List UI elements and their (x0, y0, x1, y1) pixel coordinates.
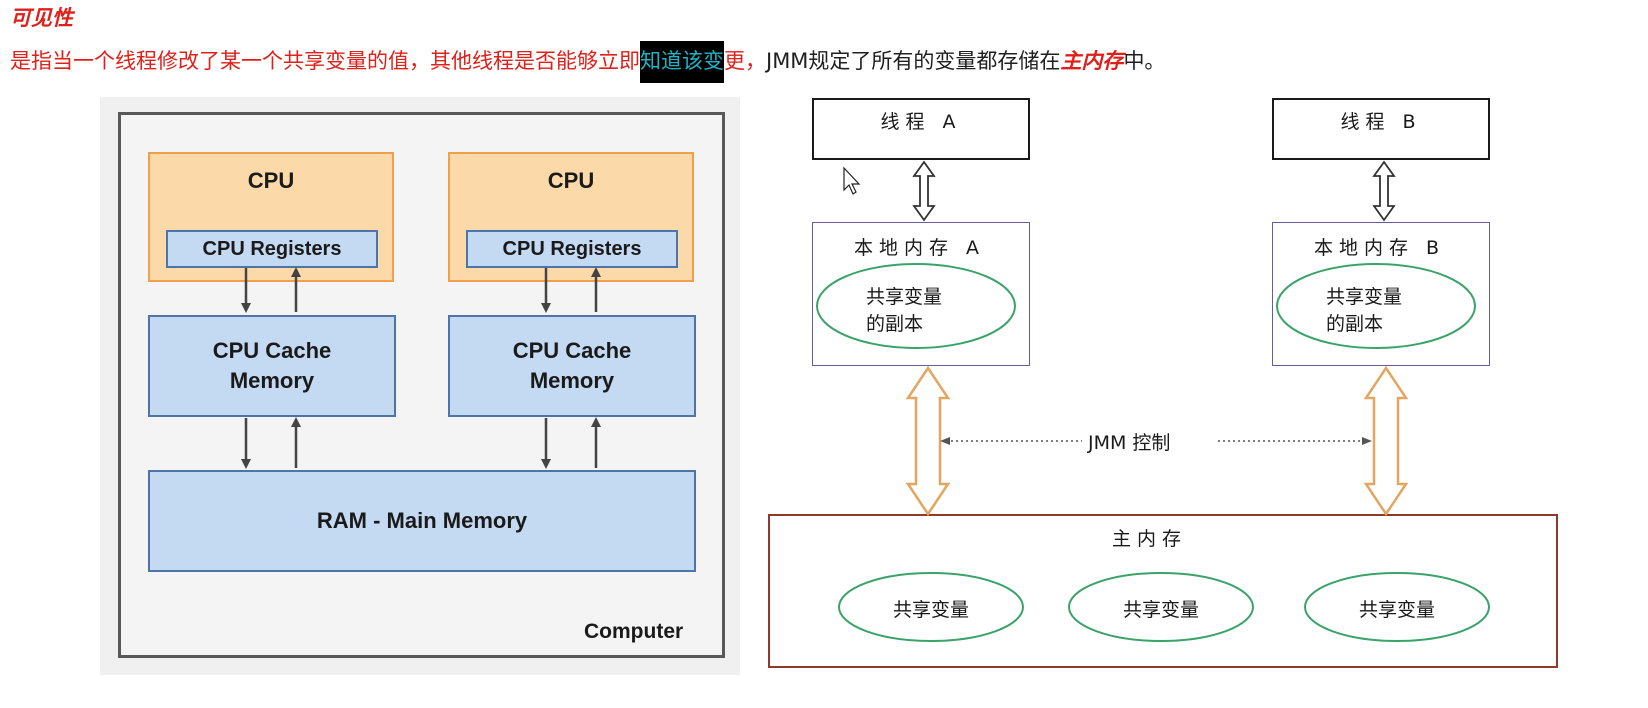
copy-a-ellipse (816, 263, 1016, 349)
double-arrow-icon (912, 160, 936, 222)
mouse-cursor-icon (843, 166, 861, 195)
arrow-left-icon (940, 437, 950, 445)
double-arrow-icon (1372, 160, 1396, 222)
arrow-right-icon (1362, 437, 1372, 445)
jmm-diagram-shapes (816, 160, 1490, 642)
shared-var-ellipse (1068, 572, 1254, 642)
shared-var-ellipse (838, 572, 1024, 642)
computer-arrows (241, 267, 601, 469)
shared-var-ellipse (1304, 572, 1490, 642)
copy-b-ellipse (1276, 263, 1476, 349)
